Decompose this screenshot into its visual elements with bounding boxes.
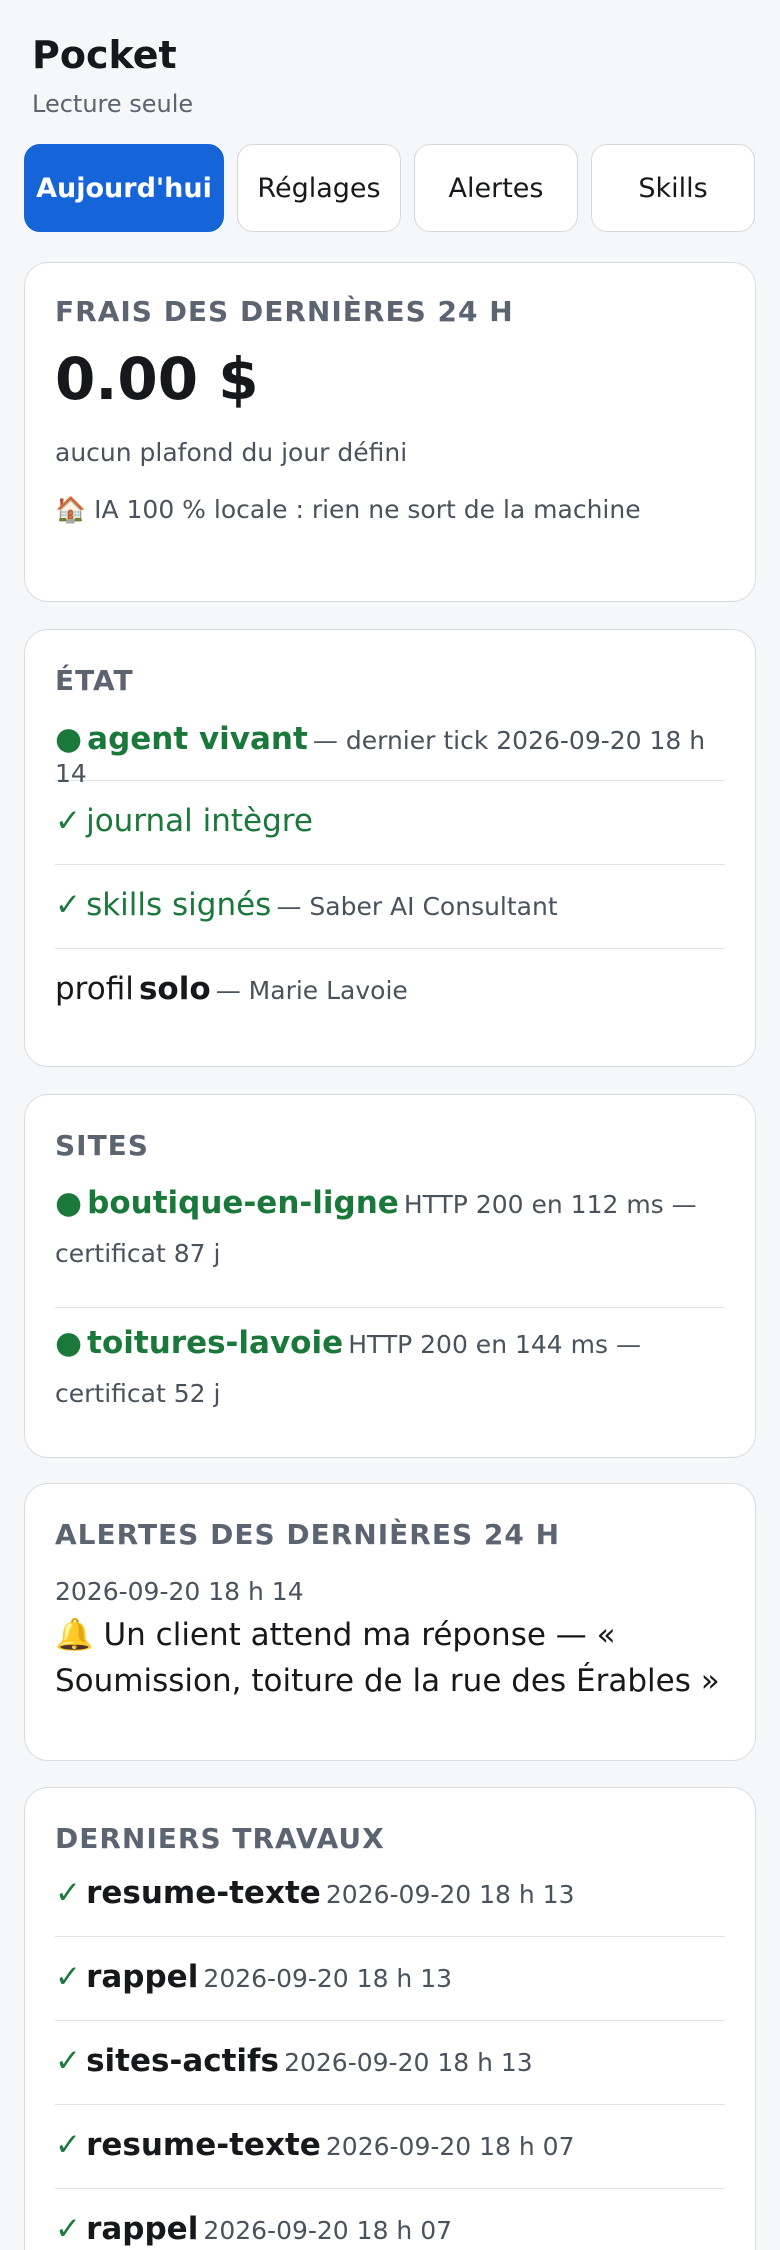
site-name: boutique-en-ligne xyxy=(87,1185,399,1221)
skills-check-icon: ✓ xyxy=(55,887,81,923)
site-name: toitures-lavoie xyxy=(87,1325,344,1361)
status-row-journal: ✓ journal intègre xyxy=(55,781,725,865)
job-row[interactable]: ✓ resume-texte 2026-09-20 18 h 13 xyxy=(55,1871,725,1937)
site-status-dot: ● xyxy=(55,1185,83,1221)
bell-icon: 🔔 xyxy=(55,1617,94,1653)
fees-card: FRAIS DES DERNIÈRES 24 H 0.00 $ aucun pl… xyxy=(24,262,756,602)
status-row-profile: profil solo — Marie Lavoie xyxy=(55,949,725,1033)
job-check-icon: ✓ xyxy=(55,2127,81,2163)
fees-card-title: FRAIS DES DERNIÈRES 24 H xyxy=(55,295,514,328)
job-time: 2026-09-20 18 h 13 xyxy=(325,1880,575,1909)
skills-status-detail: — Saber AI Consultant xyxy=(276,892,558,921)
site-row[interactable]: ● boutique-en-ligne HTTP 200 en 112 ms —… xyxy=(55,1182,725,1308)
job-name: rappel xyxy=(86,1959,199,1995)
house-icon: 🏠 xyxy=(55,495,87,524)
alerts-card: ALERTES DES DERNIÈRES 24 H 2026-09-20 18… xyxy=(24,1483,756,1761)
job-time: 2026-09-20 18 h 07 xyxy=(203,2216,453,2245)
job-row[interactable]: ✓ rappel 2026-09-20 18 h 07 xyxy=(55,2189,725,2250)
status-card-title: ÉTAT xyxy=(55,664,134,697)
tab-skills[interactable]: Skills xyxy=(591,144,755,232)
journal-check-icon: ✓ xyxy=(55,803,81,839)
jobs-card: DERNIERS TRAVAUX ✓ resume-texte 2026-09-… xyxy=(24,1787,756,2250)
job-check-icon: ✓ xyxy=(55,2211,81,2247)
alert-time: 2026-09-20 18 h 14 xyxy=(55,1577,304,1606)
job-time: 2026-09-20 18 h 07 xyxy=(325,2132,575,2161)
tab-today[interactable]: Aujourd'hui xyxy=(24,144,224,232)
site-row[interactable]: ● toitures-lavoie HTTP 200 en 144 ms — c… xyxy=(55,1308,725,1434)
profile-value: solo xyxy=(138,971,211,1007)
profile-detail: — Marie Lavoie xyxy=(215,976,408,1005)
sites-card-title: SITES xyxy=(55,1129,149,1162)
status-row-skills: ✓ skills signés — Saber AI Consultant xyxy=(55,865,725,949)
alert-item[interactable]: 🔔 Un client attend ma réponse — « Soumis… xyxy=(55,1612,725,1704)
job-name: sites-actifs xyxy=(86,2043,279,2079)
local-ai-note: 🏠 IA 100 % locale : rien ne sort de la m… xyxy=(55,495,725,525)
job-check-icon: ✓ xyxy=(55,1959,81,1995)
status-card: ÉTAT ● agent vivant — dernier tick 2026-… xyxy=(24,629,756,1067)
app-subtitle: Lecture seule xyxy=(32,90,194,118)
job-row[interactable]: ✓ resume-texte 2026-09-20 18 h 07 xyxy=(55,2105,725,2189)
agent-status-dot: ● xyxy=(55,721,83,757)
sites-card: SITES ● boutique-en-ligne HTTP 200 en 11… xyxy=(24,1094,756,1458)
job-check-icon: ✓ xyxy=(55,2043,81,2079)
site-status-dot: ● xyxy=(55,1325,83,1361)
skills-status-label: skills signés xyxy=(86,887,272,923)
app-title: Pocket xyxy=(32,33,177,77)
job-time: 2026-09-20 18 h 13 xyxy=(203,1964,453,1993)
job-check-icon: ✓ xyxy=(55,1875,81,1911)
agent-status-label: agent vivant xyxy=(87,721,308,757)
tab-alerts[interactable]: Alertes xyxy=(414,144,578,232)
job-row[interactable]: ✓ rappel 2026-09-20 18 h 13 xyxy=(55,1937,725,2021)
status-row-agent: ● agent vivant — dernier tick 2026-09-20… xyxy=(55,715,725,788)
fees-note: aucun plafond du jour défini xyxy=(55,438,408,467)
local-ai-text: IA 100 % locale : rien ne sort de la mac… xyxy=(94,495,641,524)
fees-amount: 0.00 $ xyxy=(55,345,259,413)
tab-settings[interactable]: Réglages xyxy=(237,144,401,232)
jobs-card-title: DERNIERS TRAVAUX xyxy=(55,1822,385,1855)
job-name: resume-texte xyxy=(86,1875,321,1911)
job-name: resume-texte xyxy=(86,2127,321,2163)
job-row[interactable]: ✓ sites-actifs 2026-09-20 18 h 13 xyxy=(55,2021,725,2105)
job-name: rappel xyxy=(86,2211,199,2247)
journal-status-label: journal intègre xyxy=(86,803,313,839)
app-header: Pocket Lecture seule xyxy=(0,0,780,120)
tab-bar: Aujourd'hui Réglages Alertes Skills xyxy=(0,120,780,232)
alert-text: Un client attend ma réponse — « Soumissi… xyxy=(55,1617,720,1699)
profile-prefix: profil xyxy=(55,971,134,1007)
alerts-card-title: ALERTES DES DERNIÈRES 24 H xyxy=(55,1518,561,1551)
job-time: 2026-09-20 18 h 13 xyxy=(284,2048,533,2077)
